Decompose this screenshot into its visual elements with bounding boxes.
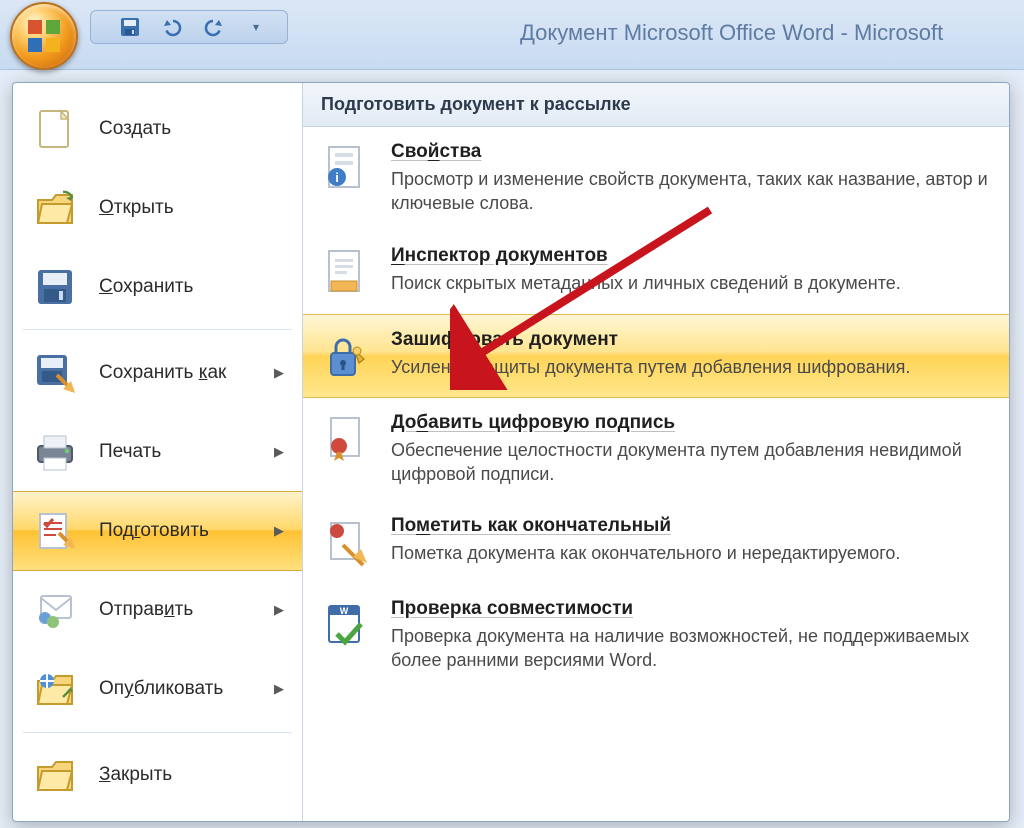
menu-item-3[interactable]: Сохранить как ▶ bbox=[13, 333, 302, 412]
menu-item-0[interactable]: Создать bbox=[13, 89, 302, 168]
right-item-text: Проверка совместимости Проверка документа… bbox=[391, 598, 991, 673]
right-item-title: Проверка совместимости bbox=[391, 598, 991, 620]
menu-label: Сохранить как bbox=[99, 362, 254, 384]
menu-item-4[interactable]: Печать ▶ bbox=[13, 412, 302, 491]
right-item-text: Зашифровать документ Усиление защиты доку… bbox=[391, 329, 991, 383]
right-item-icon-4 bbox=[319, 515, 373, 569]
menu-label: Открыть bbox=[99, 197, 284, 219]
menu-icon-8 bbox=[31, 751, 79, 799]
menu-icon-3 bbox=[31, 349, 79, 397]
submenu-arrow-icon: ▶ bbox=[274, 444, 284, 460]
submenu-arrow-icon: ▶ bbox=[274, 602, 284, 618]
quick-access-toolbar: ▾ bbox=[90, 10, 288, 44]
svg-text:W: W bbox=[340, 606, 349, 616]
qat-customize-icon[interactable]: ▾ bbox=[245, 16, 267, 38]
menu-icon-0 bbox=[31, 105, 79, 153]
right-item-title: Свойства bbox=[391, 141, 991, 163]
right-item-icon-2 bbox=[319, 329, 373, 383]
right-item-text: Свойства Просмотр и изменение свойств док… bbox=[391, 141, 991, 216]
menu-divider bbox=[23, 732, 292, 733]
right-item-desc: Пометка документа как окончательного и н… bbox=[391, 541, 991, 565]
right-item-5[interactable]: W Проверка совместимости Проверка документ… bbox=[303, 584, 1009, 688]
submenu-arrow-icon: ▶ bbox=[274, 523, 284, 539]
office-menu: СоздатьОткрытьСохранитьСохранить как▶Печ… bbox=[12, 82, 1010, 822]
menu-item-8[interactable]: Закрыть bbox=[13, 736, 302, 815]
menu-icon-2 bbox=[31, 263, 79, 311]
right-item-desc: Усиление защиты документа путем добавлен… bbox=[391, 355, 991, 379]
right-item-4[interactable]: Пометить как окончательный Пометка докуме… bbox=[303, 501, 1009, 584]
menu-icon-5 bbox=[31, 507, 79, 555]
right-item-0[interactable]: i Свойства Просмотр и изменение свойств до… bbox=[303, 127, 1009, 231]
office-button[interactable] bbox=[10, 2, 78, 70]
menu-item-6[interactable]: Отправить ▶ bbox=[13, 571, 302, 650]
menu-item-2[interactable]: Сохранить bbox=[13, 247, 302, 326]
menu-label: Отправить bbox=[99, 599, 254, 621]
right-item-desc: Проверка документа на наличие возможност… bbox=[391, 624, 991, 673]
menu-icon-7 bbox=[31, 665, 79, 713]
right-item-icon-3 bbox=[319, 412, 373, 466]
right-item-1[interactable]: Инспектор документов Поиск скрытых метада… bbox=[303, 231, 1009, 314]
menu-divider bbox=[23, 329, 292, 330]
menu-item-7[interactable]: Опубликовать ▶ bbox=[13, 650, 302, 729]
submenu-arrow-icon: ▶ bbox=[274, 681, 284, 697]
menu-label: Закрыть bbox=[99, 764, 284, 786]
right-item-desc: Поиск скрытых метаданных и личных сведен… bbox=[391, 271, 991, 295]
right-item-desc: Просмотр и изменение свойств документа, … bbox=[391, 167, 991, 216]
right-item-icon-1 bbox=[319, 245, 373, 299]
redo-icon[interactable] bbox=[203, 16, 225, 38]
right-item-title: Добавить цифровую подпись bbox=[391, 412, 991, 434]
right-item-3[interactable]: Добавить цифровую подпись Обеспечение цел… bbox=[303, 398, 1009, 502]
menu-item-5[interactable]: Подготовить ▶ bbox=[13, 491, 302, 570]
menu-icon-4 bbox=[31, 428, 79, 476]
right-item-text: Добавить цифровую подпись Обеспечение цел… bbox=[391, 412, 991, 487]
right-item-title: Зашифровать документ bbox=[391, 329, 991, 351]
menu-icon-6 bbox=[31, 586, 79, 634]
title-bar: ▾ Документ Microsoft Office Word - Micro… bbox=[0, 0, 1024, 70]
right-item-title: Инспектор документов bbox=[391, 245, 991, 267]
right-item-icon-0: i bbox=[319, 141, 373, 195]
menu-label: Опубликовать bbox=[99, 678, 254, 700]
office-menu-right: Подготовить документ к рассылке i Свойств… bbox=[303, 83, 1009, 821]
menu-label: Печать bbox=[99, 441, 254, 463]
menu-label: Создать bbox=[99, 118, 284, 140]
right-panel-list: i Свойства Просмотр и изменение свойств до… bbox=[303, 127, 1009, 821]
menu-item-1[interactable]: Открыть bbox=[13, 168, 302, 247]
office-logo-icon bbox=[24, 16, 64, 56]
right-item-text: Инспектор документов Поиск скрытых метада… bbox=[391, 245, 991, 299]
save-icon[interactable] bbox=[119, 16, 141, 38]
menu-label: Сохранить bbox=[99, 276, 284, 298]
right-item-desc: Обеспечение целостности документа путем … bbox=[391, 438, 991, 487]
right-item-text: Пометить как окончательный Пометка докуме… bbox=[391, 515, 991, 569]
undo-icon[interactable] bbox=[161, 16, 183, 38]
right-item-title: Пометить как окончательный bbox=[391, 515, 991, 537]
menu-label: Подготовить bbox=[99, 520, 254, 542]
window-title: Документ Microsoft Office Word - Microso… bbox=[520, 20, 943, 46]
office-menu-left: СоздатьОткрытьСохранитьСохранить как▶Печ… bbox=[13, 83, 303, 821]
right-item-2[interactable]: Зашифровать документ Усиление защиты доку… bbox=[303, 314, 1009, 398]
menu-icon-1 bbox=[31, 184, 79, 232]
submenu-arrow-icon: ▶ bbox=[274, 365, 284, 381]
svg-text:i: i bbox=[335, 170, 339, 185]
right-item-icon-5: W bbox=[319, 598, 373, 652]
right-panel-header: Подготовить документ к рассылке bbox=[303, 83, 1009, 127]
